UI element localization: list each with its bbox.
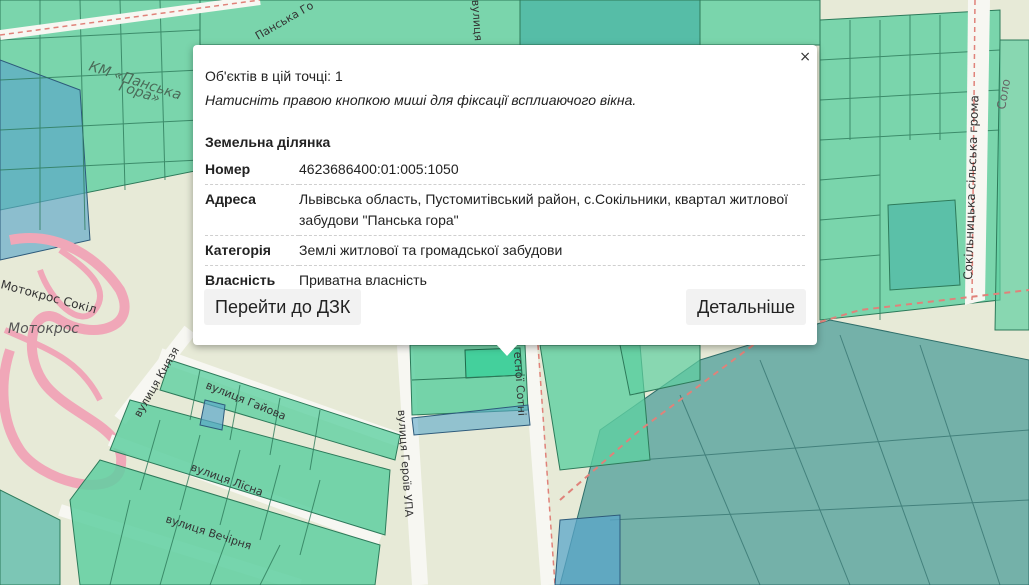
parcel-top-teal[interactable] (519, 0, 701, 46)
popup-tip (496, 344, 518, 356)
parcel-right-lawn[interactable] (887, 199, 961, 291)
row-key-address: Адреса (205, 191, 256, 207)
row-value-number: 4623686400:01:005:1050 (299, 161, 459, 177)
row-value-address: Львівська область, Пустомитівський район… (299, 191, 789, 228)
parcel-small-blue[interactable] (199, 399, 226, 431)
parcel-center-lower[interactable] (554, 514, 621, 585)
table-row: Номер 4623686400:01:005:1050 (205, 155, 805, 185)
objects-count: Об'єктів в цій точці: 1 (205, 68, 343, 84)
popup-hint: Натисніть правою кнопкою миші для фіксац… (205, 92, 637, 108)
details-button[interactable]: Детальніше (686, 289, 806, 325)
row-key-number: Номер (205, 161, 251, 177)
go-to-dzk-button[interactable]: Перейти до ДЗК (204, 289, 362, 325)
parcel-info-popup[interactable]: × Об'єктів в цій точці: 1 Натисніть прав… (193, 45, 817, 345)
parcel-top-left-blue[interactable] (0, 59, 91, 261)
row-value-category: Землі житлової та громадської забудови (299, 242, 563, 258)
section-title: Земельна ділянка (205, 134, 331, 150)
parcel-info-table: Номер 4623686400:01:005:1050 Адреса Льві… (205, 155, 805, 295)
table-row: Адреса Львівська область, Пустомитівськи… (205, 185, 805, 236)
row-key-category: Категорія (205, 242, 271, 258)
table-row: Категорія Землі житлової та громадської … (205, 236, 805, 266)
label-motokros: Мотокрос (8, 321, 79, 337)
close-icon[interactable]: × (799, 49, 811, 65)
